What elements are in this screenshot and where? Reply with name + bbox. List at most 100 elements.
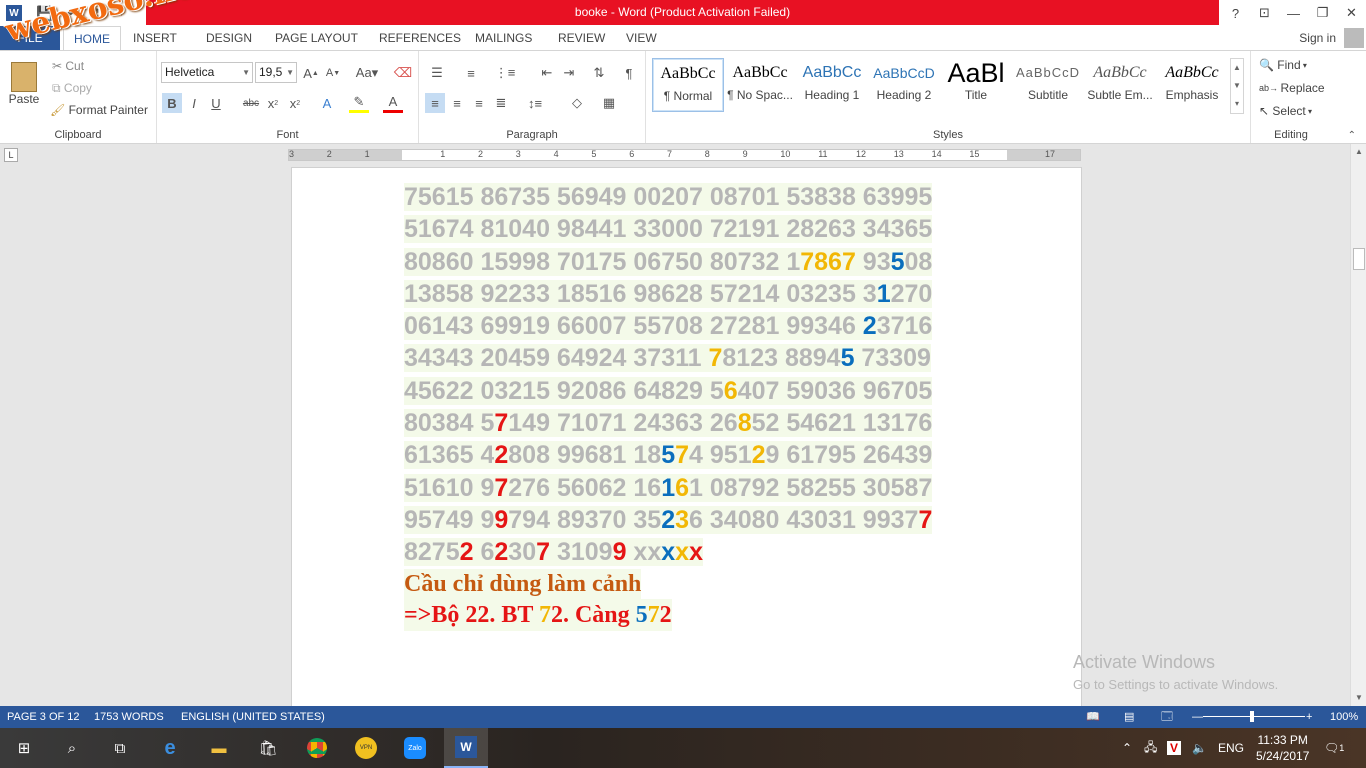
- text-effects-icon[interactable]: A: [317, 93, 337, 113]
- tab-insert[interactable]: INSERT: [123, 26, 187, 50]
- volume-icon[interactable]: 🔈: [1192, 728, 1207, 768]
- close-button[interactable]: ✕: [1337, 5, 1366, 21]
- style-emphasis[interactable]: AaBbCc Emphasis: [1156, 58, 1228, 112]
- minimize-button[interactable]: —: [1279, 6, 1308, 21]
- scroll-up-icon[interactable]: ▲: [1351, 144, 1366, 160]
- numbering-icon[interactable]: ≡: [461, 63, 481, 83]
- sign-in-link[interactable]: Sign in: [1299, 26, 1336, 50]
- decrease-indent-icon[interactable]: ⇤: [537, 63, 557, 83]
- format-painter-button[interactable]: 🖌 Format Painter: [50, 101, 148, 119]
- paste-button[interactable]: Paste: [6, 55, 42, 113]
- italic-button[interactable]: I: [184, 93, 204, 113]
- read-mode-icon[interactable]: 📖: [1086, 706, 1100, 728]
- increase-indent-icon[interactable]: ⇥: [559, 63, 579, 83]
- zoom-level[interactable]: 100%: [1330, 706, 1358, 728]
- underline-button[interactable]: U: [206, 93, 226, 113]
- document-page[interactable]: 75615 86735 56949 00207 08701 53838 6399…: [291, 167, 1082, 706]
- tab-selector[interactable]: L: [4, 148, 18, 162]
- line-spacing-icon[interactable]: ↕≡: [525, 93, 545, 113]
- zoom-slider-thumb[interactable]: [1250, 711, 1254, 722]
- shading-icon[interactable]: ◇: [567, 93, 587, 113]
- align-right-icon[interactable]: ≡: [469, 93, 489, 113]
- style-name: Heading 1: [804, 88, 860, 102]
- align-left-icon[interactable]: ≡: [425, 93, 445, 113]
- justify-icon[interactable]: ≣: [491, 93, 511, 113]
- strikethrough-button[interactable]: abc: [241, 93, 261, 113]
- borders-icon[interactable]: ▦: [599, 93, 619, 113]
- style-heading-2[interactable]: AaBbCcD Heading 2: [868, 58, 940, 112]
- copy-button[interactable]: ⧉ Copy: [52, 79, 92, 97]
- show-formatting-marks-icon[interactable]: ¶: [619, 63, 639, 83]
- font-name-combo[interactable]: Helvetica ▼: [161, 62, 253, 83]
- help-button[interactable]: ?: [1221, 6, 1250, 21]
- ribbon-display-options-button[interactable]: ⊡: [1250, 5, 1279, 21]
- word-count[interactable]: 1753 WORDS: [94, 706, 164, 728]
- edge-icon[interactable]: e: [156, 734, 184, 762]
- action-center-icon[interactable]: 🗨 1: [1324, 728, 1344, 768]
- antivirus-icon[interactable]: V: [1167, 728, 1182, 768]
- file-explorer-icon[interactable]: ▬: [205, 734, 233, 762]
- multilevel-list-icon[interactable]: ⋮≡: [495, 63, 516, 83]
- tab-page-layout[interactable]: PAGE LAYOUT: [265, 26, 368, 50]
- find-button[interactable]: 🔍 Find ▾: [1259, 56, 1307, 74]
- grow-font-icon[interactable]: A ▲: [301, 63, 321, 83]
- scroll-thumb[interactable]: [1353, 248, 1365, 270]
- tab-mailings[interactable]: MAILINGS: [465, 26, 542, 50]
- document-body[interactable]: 75615 86735 56949 00207 08701 53838 6399…: [404, 181, 933, 631]
- styles-scroll[interactable]: ▲ ▼ ▾: [1230, 58, 1244, 114]
- zoom-out-icon[interactable]: —: [1192, 706, 1203, 728]
- select-button[interactable]: ↖ Select ▾: [1259, 102, 1312, 120]
- store-icon[interactable]: 🛍: [254, 734, 282, 762]
- collapse-ribbon-icon[interactable]: ⌃: [1348, 130, 1356, 141]
- clock[interactable]: 11:33 PM 5/24/2017: [1256, 728, 1309, 768]
- style-no-spacing[interactable]: AaBbCc ¶ No Spac...: [724, 58, 796, 112]
- style-subtitle[interactable]: AaBbCcD Subtitle: [1012, 58, 1084, 112]
- number-text: 8275: [404, 538, 460, 567]
- subscript-button[interactable]: x2: [263, 93, 283, 113]
- print-layout-icon[interactable]: ▤: [1124, 706, 1134, 728]
- cut-button[interactable]: ✂ Cut: [52, 57, 84, 75]
- vertical-scrollbar[interactable]: ▲ ▼: [1350, 144, 1366, 706]
- tab-design[interactable]: DESIGN: [196, 26, 262, 50]
- restore-button[interactable]: ❐: [1308, 5, 1337, 21]
- highlight-icon[interactable]: ✎: [349, 93, 369, 113]
- shrink-font-icon[interactable]: A ▼: [323, 63, 343, 83]
- scroll-down-icon[interactable]: ▼: [1351, 690, 1366, 706]
- chrome-icon[interactable]: [303, 734, 331, 762]
- highlighted-digit: 7: [536, 538, 551, 567]
- style-title[interactable]: AaBl Title: [940, 58, 1012, 112]
- clear-formatting-icon[interactable]: ⌫: [393, 63, 413, 83]
- style-heading-1[interactable]: AaBbCc Heading 1: [796, 58, 868, 112]
- word-taskbar-icon[interactable]: W: [444, 728, 488, 768]
- input-language[interactable]: ENG: [1218, 728, 1244, 768]
- replace-button[interactable]: ab→ Replace: [1259, 79, 1325, 97]
- style-normal[interactable]: AaBbCc ¶ Normal: [652, 58, 724, 112]
- language-indicator[interactable]: ENGLISH (UNITED STATES): [181, 706, 325, 728]
- font-color-icon[interactable]: A: [383, 93, 403, 113]
- bold-button[interactable]: B: [162, 93, 182, 113]
- show-hidden-icons[interactable]: ⌃: [1122, 728, 1132, 768]
- font-size-combo[interactable]: 19,5 ▼: [255, 62, 297, 83]
- tab-view[interactable]: VIEW: [616, 26, 667, 50]
- vpn-icon[interactable]: VPN: [352, 734, 380, 762]
- bullets-icon[interactable]: ☰: [427, 63, 447, 83]
- zoom-in-icon[interactable]: +: [1306, 706, 1312, 728]
- sort-icon[interactable]: ⇅: [589, 63, 609, 83]
- page-count[interactable]: PAGE 3 OF 12: [7, 706, 80, 728]
- change-case-icon[interactable]: Aa▾: [353, 63, 381, 83]
- superscript-button[interactable]: x2: [285, 93, 305, 113]
- tab-review[interactable]: REVIEW: [548, 26, 615, 50]
- web-layout-icon[interactable]: 🗔: [1161, 706, 1173, 728]
- style-subtle-emphasis[interactable]: AaBbCc Subtle Em...: [1084, 58, 1156, 112]
- avatar[interactable]: [1344, 28, 1364, 48]
- zoom-slider[interactable]: [1203, 716, 1305, 717]
- search-icon[interactable]: ⌕: [58, 734, 86, 762]
- zalo-icon[interactable]: Zalo: [401, 734, 429, 762]
- note-part: 2. Càng: [550, 601, 636, 628]
- horizontal-ruler[interactable]: 3 2 1 1 2 3 4 5 6 7 8 9 10 11 12 13 14 15 17: [288, 149, 1081, 161]
- task-view-icon[interactable]: ⧉: [106, 734, 134, 762]
- tab-references[interactable]: REFERENCES: [369, 26, 471, 50]
- windows-start-icon[interactable]: ⊞: [10, 734, 38, 762]
- align-center-icon[interactable]: ≡: [447, 93, 467, 113]
- network-icon[interactable]: 🖧: [1144, 728, 1157, 768]
